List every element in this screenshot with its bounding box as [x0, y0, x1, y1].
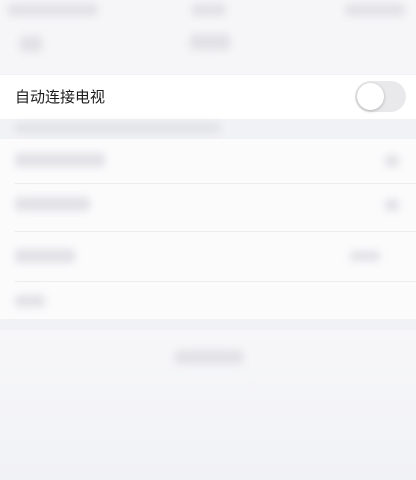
divider — [15, 183, 416, 184]
status-bar — [0, 0, 416, 22]
setting-row-1-chevron-blurred — [385, 155, 399, 167]
setting-row-3-value-blurred — [350, 251, 380, 261]
bottom-area — [0, 330, 416, 480]
navigation-bar — [0, 22, 416, 74]
setting-row-1-label-blurred[interactable] — [15, 153, 105, 167]
auto-connect-tv-toggle[interactable] — [355, 81, 406, 112]
status-battery-blurred — [345, 4, 405, 16]
setting-row-3-label-blurred[interactable] — [15, 249, 75, 263]
divider — [15, 281, 416, 282]
status-carrier-blurred — [8, 4, 98, 16]
divider — [15, 231, 416, 232]
setting-row-2-label-blurred[interactable] — [15, 197, 90, 211]
setting-row-2-chevron-blurred — [385, 199, 399, 211]
section-header — [0, 119, 416, 139]
setting-row-4-label-blurred[interactable] — [15, 295, 45, 307]
bottom-button-blurred[interactable] — [175, 350, 243, 364]
settings-group-blurred — [0, 139, 416, 319]
auto-connect-tv-label: 自动连接电视 — [15, 88, 106, 106]
status-time-blurred — [192, 4, 226, 16]
section-description-blurred — [15, 123, 220, 133]
page-title-blurred — [190, 34, 230, 50]
back-button-blurred[interactable] — [20, 36, 42, 52]
toggle-knob — [357, 83, 384, 110]
auto-connect-tv-row: 自动连接电视 — [0, 75, 416, 119]
